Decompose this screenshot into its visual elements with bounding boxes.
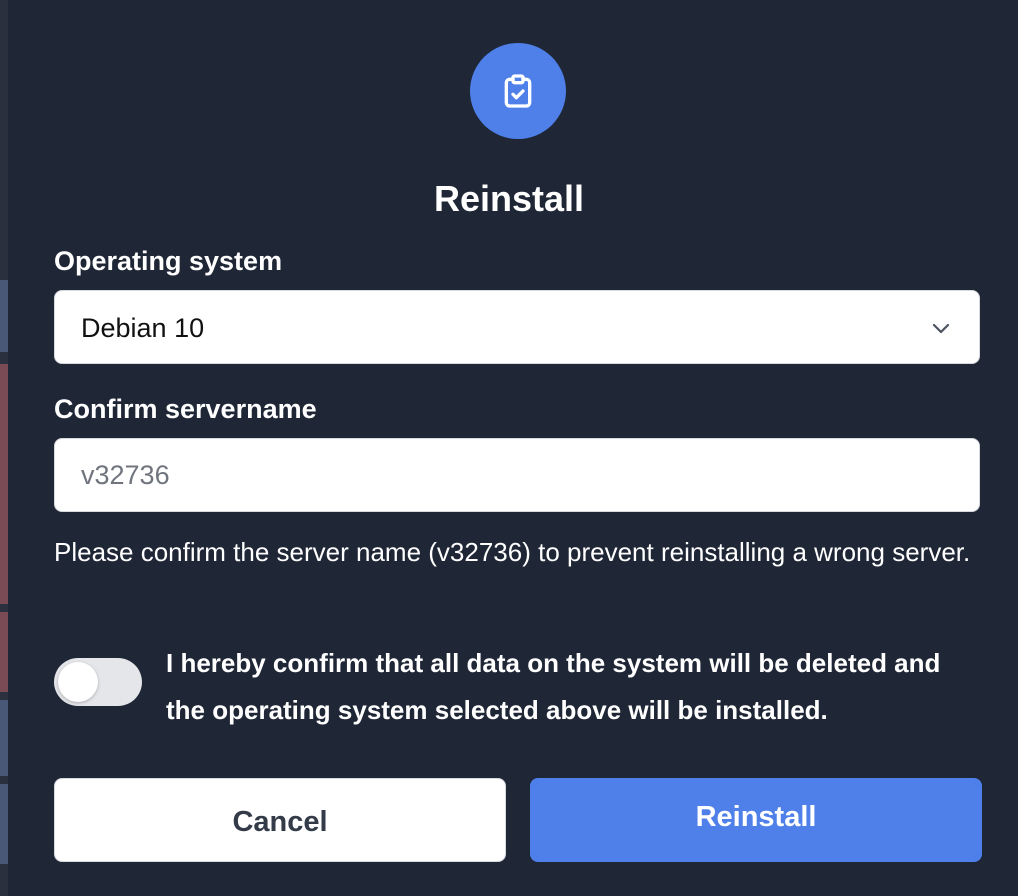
backdrop-segment (0, 612, 8, 692)
servername-label: Confirm servername (54, 394, 317, 424)
servername-help-text: Please confirm the server name (v32736) … (54, 537, 971, 567)
backdrop-page (0, 0, 8, 896)
os-label: Operating system (54, 246, 283, 276)
cancel-button[interactable]: Cancel (54, 778, 506, 862)
confirm-toggle[interactable] (54, 658, 142, 706)
chevron-down-icon (929, 316, 953, 340)
backdrop-segment (0, 784, 8, 864)
servername-input[interactable] (54, 438, 980, 512)
reinstall-button[interactable]: Reinstall (530, 778, 982, 862)
dialog-title: Reinstall (433, 178, 585, 219)
clipboard-check-icon (470, 43, 566, 139)
backdrop-segment (0, 700, 8, 776)
backdrop-segment (0, 280, 8, 352)
os-select[interactable]: Debian 10 (54, 290, 980, 364)
confirm-toggle-label: I hereby confirm that all data on the sy… (166, 648, 941, 725)
os-select-value: Debian 10 (81, 313, 205, 343)
toggle-knob (58, 662, 98, 702)
backdrop-segment (0, 364, 8, 604)
